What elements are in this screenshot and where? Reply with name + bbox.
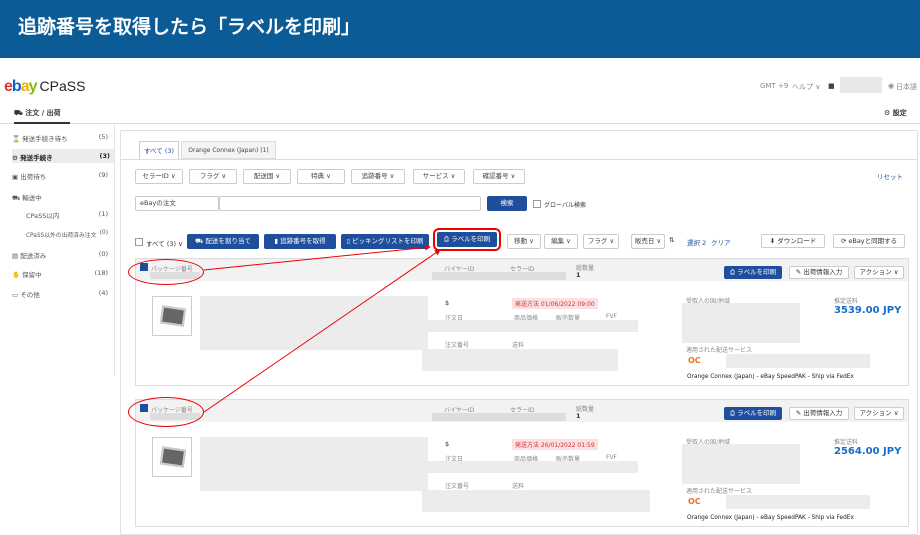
annotation-arrows xyxy=(203,244,441,413)
arrow-to-print-label-1 xyxy=(203,244,431,271)
arrow-to-print-label-2 xyxy=(203,249,441,413)
